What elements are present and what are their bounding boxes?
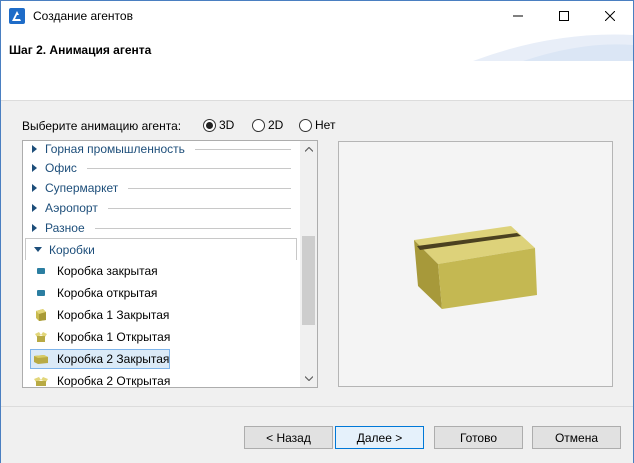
tree-category-boxes[interactable]: Коробки	[25, 238, 297, 260]
tree-category-office[interactable]: Офис	[23, 158, 299, 178]
tree-category-airport[interactable]: Аэропорт	[23, 198, 299, 218]
tree-content: Горная промышленность Офис Супермаркет А…	[23, 141, 299, 388]
box1-open-icon	[33, 330, 49, 344]
small-box-open-icon	[33, 286, 49, 300]
maximize-button[interactable]	[541, 1, 587, 31]
chevron-up-icon	[304, 147, 313, 152]
expand-arrow-icon[interactable]	[32, 224, 37, 232]
expand-arrow-icon[interactable]	[32, 164, 37, 172]
box2-closed-icon	[33, 352, 49, 366]
animation-tree[interactable]: Горная промышленность Офис Супермаркет А…	[22, 140, 318, 388]
finish-button[interactable]: Готово	[434, 426, 523, 449]
expand-arrow-icon[interactable]	[32, 145, 37, 153]
category-divider	[128, 187, 291, 189]
tree-category-label: Горная промышленность	[45, 142, 185, 156]
radio-3d[interactable]: 3D	[203, 118, 234, 132]
wizard-footer: < Назад Далее > Готово Отмена	[1, 407, 633, 463]
header-decoration	[473, 34, 633, 61]
wizard-header: Шаг 2. Анимация агента	[1, 31, 633, 101]
maximize-icon	[559, 11, 569, 21]
tree-category-misc[interactable]: Разное	[23, 218, 299, 238]
window-title: Создание агентов	[33, 9, 133, 23]
radio-2d[interactable]: 2D	[252, 118, 283, 132]
tree-item-label: Коробка 2 Закрытая	[57, 352, 170, 366]
scroll-down-button[interactable]	[300, 370, 317, 387]
tree-item-box-closed[interactable]: Коробка закрытая	[23, 260, 299, 282]
minimize-button[interactable]	[495, 1, 541, 31]
minimize-icon	[513, 15, 523, 17]
tree-category-label: Офис	[45, 161, 77, 175]
animation-label: Выберите анимацию агента:	[22, 119, 182, 133]
small-box-closed-icon	[33, 264, 49, 278]
back-button[interactable]: < Назад	[244, 426, 333, 449]
tree-category-label: Коробки	[49, 242, 95, 257]
close-icon	[605, 11, 615, 21]
app-icon	[9, 8, 25, 24]
wizard-window: Создание агентов Шаг 2. Анимация агента …	[0, 0, 634, 463]
tree-category-mining[interactable]: Горная промышленность	[23, 141, 299, 158]
cancel-button[interactable]: Отмена	[532, 426, 621, 449]
tree-item-label: Коробка закрытая	[57, 264, 158, 278]
category-divider	[107, 207, 291, 209]
box2-open-icon	[33, 374, 49, 387]
tree-item-box-open[interactable]: Коробка открытая	[23, 282, 299, 304]
radio-3d-label: 3D	[219, 118, 235, 132]
radio-none-label: Нет	[315, 118, 336, 132]
close-button[interactable]	[587, 1, 633, 31]
tree-scrollbar[interactable]	[300, 141, 317, 387]
scroll-up-button[interactable]	[300, 141, 317, 158]
tree-item-box1-closed[interactable]: Коробка 1 Закрытая	[23, 304, 299, 326]
tree-item-label: Коробка 1 Открытая	[57, 330, 171, 344]
tree-category-supermarket[interactable]: Супермаркет	[23, 178, 299, 198]
tree-item-box1-open[interactable]: Коробка 1 Открытая	[23, 326, 299, 348]
expand-arrow-icon[interactable]	[32, 184, 37, 192]
category-divider	[86, 167, 291, 169]
tree-item-box2-closed[interactable]: Коробка 2 Закрытая	[23, 348, 299, 370]
radio-2d-indicator[interactable]	[252, 118, 265, 132]
next-button[interactable]: Далее >	[335, 426, 424, 449]
radio-2d-label: 2D	[268, 118, 284, 132]
animation-preview	[338, 141, 613, 387]
collapse-arrow-icon[interactable]	[34, 247, 42, 252]
category-divider	[94, 227, 291, 229]
step-title: Шаг 2. Анимация агента	[9, 43, 152, 57]
tree-category-label: Супермаркет	[45, 181, 119, 195]
tree-item-box2-open[interactable]: Коробка 2 Открытая	[23, 370, 299, 388]
tree-item-label: Коробка 1 Закрытая	[57, 308, 170, 322]
wizard-body: Выберите анимацию агента: 3D 2D Нет Горн…	[1, 101, 633, 406]
radio-none[interactable]: Нет	[299, 118, 335, 132]
tree-item-label: Коробка 2 Открытая	[57, 374, 171, 388]
tree-category-label: Аэропорт	[45, 201, 98, 215]
scroll-thumb[interactable]	[302, 236, 315, 325]
radio-3d-indicator[interactable]	[203, 118, 216, 132]
expand-arrow-icon[interactable]	[32, 204, 37, 212]
tree-category-label: Разное	[45, 221, 85, 235]
box1-closed-icon	[33, 308, 49, 322]
tree-item-label: Коробка открытая	[57, 286, 158, 300]
category-divider	[194, 148, 291, 150]
chevron-down-icon	[304, 376, 313, 381]
box-3d-preview-icon	[414, 226, 537, 309]
radio-none-indicator[interactable]	[299, 118, 312, 132]
title-bar: Создание агентов	[1, 1, 633, 31]
